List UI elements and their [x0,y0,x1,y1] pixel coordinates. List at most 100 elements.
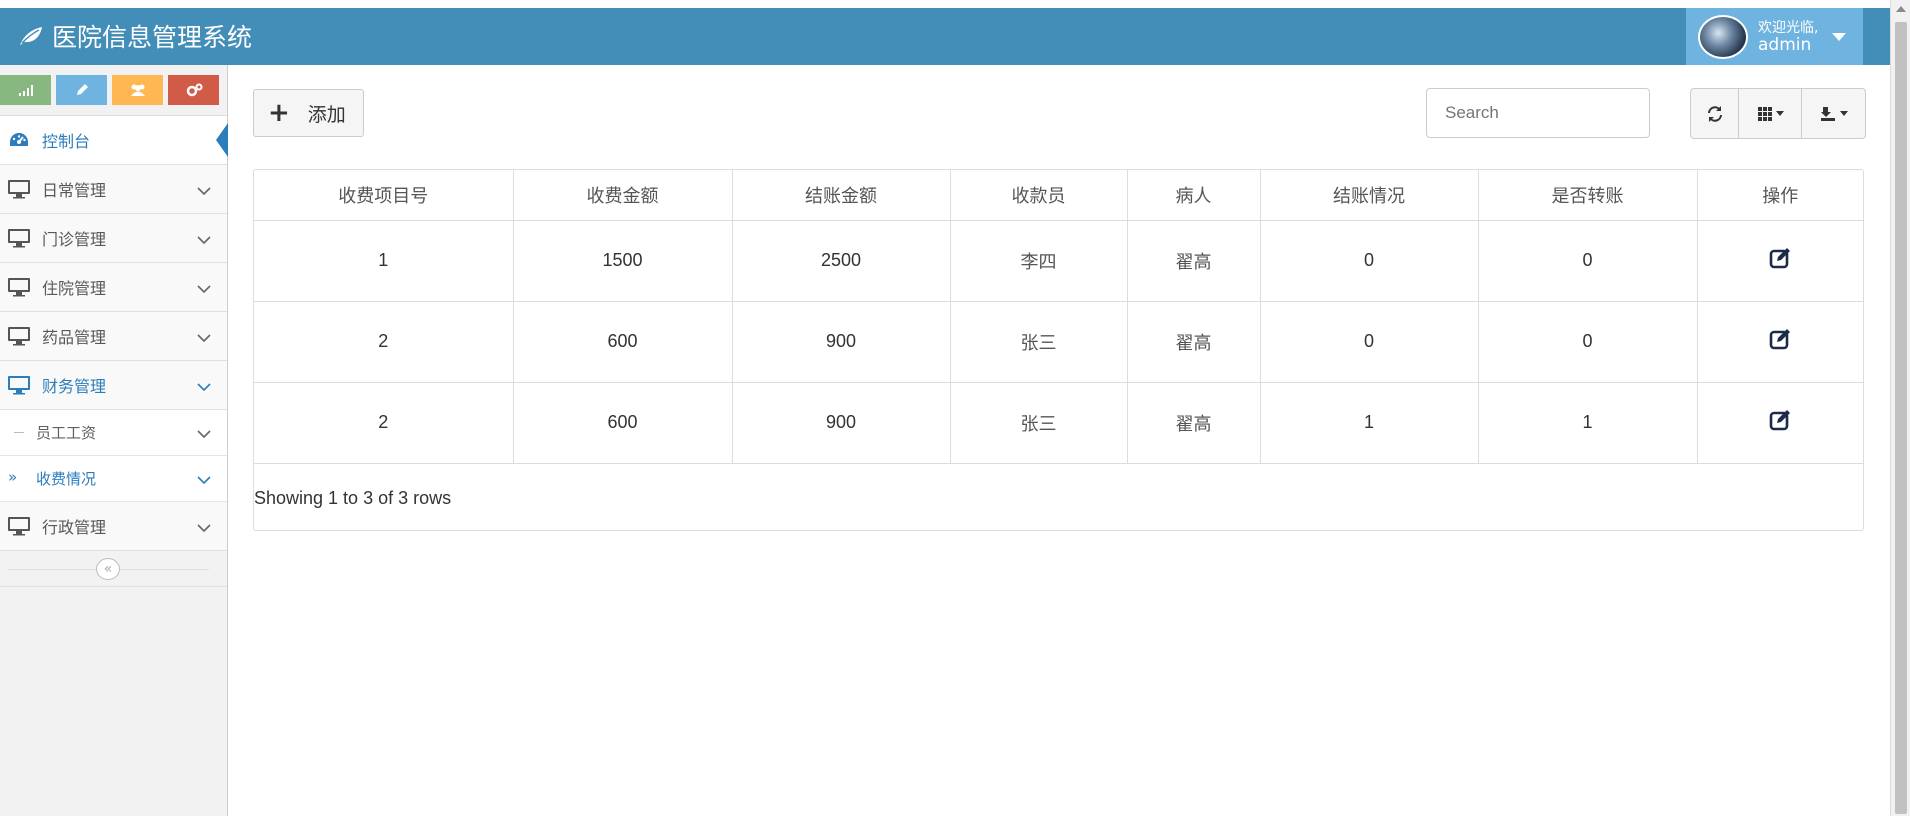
sidebar-item-label: 控制台 [42,132,91,151]
caret-down-icon [1832,32,1847,41]
pencil-icon[interactable] [56,75,107,105]
sidebar-item-label: 行政管理 [42,518,107,537]
user-menu[interactable]: 欢迎光临, admin [1686,8,1863,65]
sidebar-item-label: 财务管理 [42,377,107,396]
scroll-thumb[interactable] [1895,22,1907,814]
sidebar-item-dashboard[interactable]: 控制台 [0,116,228,165]
leaf-icon [20,27,42,45]
plus-icon: + [268,98,290,128]
sidebar-subitem-charges[interactable]: » 收费情况 [0,456,227,502]
desktop-icon [6,277,32,297]
welcome-text: 欢迎光临, [1758,19,1819,36]
table-cell: 900 [732,301,951,383]
desktop-icon [6,228,32,248]
sidebar-item-inpatient[interactable]: 住院管理 [0,263,227,312]
table-header-row: 收费项目号 收费金额 结账金额 收款员 病人 结账情况 是否转账 操作 [254,170,1863,221]
vertical-scrollbar[interactable] [1890,0,1910,816]
navbar: 医院信息管理系统 欢迎光临, admin [0,8,1890,65]
table-row: 1 1500 2500 李四 翟高 0 0 [254,220,1863,302]
desktop-icon [6,179,32,199]
table-cell: 0 [1260,301,1479,383]
sidebar-item-pharmacy[interactable]: 药品管理 [0,312,227,361]
main-content: + 添加 收费项目号 收费金额 结账金额 收款员 病人 结账情况 [228,65,1890,816]
sidebar-subitem-label: 收费情况 [36,470,97,488]
chevron-down-icon [197,377,211,396]
column-header[interactable]: 病人 [1127,170,1261,221]
chevron-down-icon [197,518,211,537]
refresh-icon [1707,105,1722,122]
chevron-down-icon [197,230,211,249]
table-cell: 张三 [950,382,1128,464]
column-header[interactable]: 结账情况 [1260,170,1479,221]
sidebar-subitem-salary[interactable]: 员工工资 [0,410,227,456]
column-header[interactable]: 收款员 [950,170,1128,221]
table-cell: 1500 [513,220,733,302]
double-angle-right-icon: » [8,468,18,486]
table-cell [1697,382,1863,464]
chevron-down-icon [197,328,211,347]
edit-icon[interactable] [1769,409,1791,431]
data-table-container: 收费项目号 收费金额 结账金额 收款员 病人 结账情况 是否转账 操作 1 15… [253,169,1864,531]
edit-icon[interactable] [1769,247,1791,269]
caret-down-icon [1840,111,1848,116]
signal-icon[interactable] [0,75,51,105]
table-cell: 2 [254,301,514,383]
sidebar-shortcuts [0,65,227,116]
column-header[interactable]: 收费项目号 [254,170,514,221]
table-cell: 1 [1260,382,1479,464]
add-button[interactable]: + 添加 [253,89,364,137]
scroll-up-icon[interactable] [1896,6,1906,12]
table-cell: 张三 [950,301,1128,383]
desktop-icon [6,375,32,395]
table-cell: 0 [1478,220,1698,302]
sidebar-collapse-row: « [0,551,227,587]
caret-down-icon [1775,111,1784,116]
columns-button[interactable] [1739,89,1802,138]
app-title: 医院信息管理系统 [52,23,253,52]
edit-icon[interactable] [1769,328,1791,350]
table-row: 2 600 900 张三 翟高 1 1 [254,382,1863,464]
pagination-info: Showing 1 to 3 of 3 rows [254,488,452,508]
sidebar-item-finance[interactable]: 财务管理 [0,361,227,410]
table-cell: 翟高 [1127,301,1261,383]
desktop-icon [6,326,32,346]
table-toolbar [1690,88,1866,139]
cogs-icon[interactable] [168,75,219,105]
table-cell [1697,301,1863,383]
chevron-down-icon [197,181,211,200]
desktop-icon [6,516,32,536]
export-icon [1821,106,1835,121]
search-input[interactable] [1426,88,1650,138]
refresh-button[interactable] [1691,89,1739,138]
column-header[interactable]: 结账金额 [732,170,951,221]
table-cell: 李四 [950,220,1128,302]
table-cell: 翟高 [1127,382,1261,464]
collapse-sidebar-icon[interactable]: « [96,558,120,580]
table-row: 2 600 900 张三 翟高 0 0 [254,301,1863,383]
avatar [1698,14,1748,59]
export-button[interactable] [1802,89,1865,138]
sidebar-item-admin[interactable]: 行政管理 [0,502,227,551]
table-cell: 900 [732,382,951,464]
column-header[interactable]: 是否转账 [1478,170,1698,221]
chevron-down-icon [197,471,211,489]
top-strip [0,0,1890,8]
table-cell: 2500 [732,220,951,302]
sidebar-item-label: 门诊管理 [42,230,107,249]
column-header: 操作 [1697,170,1863,221]
table-cell: 1 [1478,382,1698,464]
sidebar-item-daily[interactable]: 日常管理 [0,165,227,214]
dashboard-icon [6,131,32,149]
charges-table: 收费项目号 收费金额 结账金额 收款员 病人 结账情况 是否转账 操作 1 15… [254,170,1863,464]
chevron-down-icon [197,425,211,443]
table-cell: 翟高 [1127,220,1261,302]
users-icon[interactable] [112,75,163,105]
table-cell: 600 [513,382,733,464]
sidebar-item-outpatient[interactable]: 门诊管理 [0,214,227,263]
sidebar-item-label: 日常管理 [42,181,107,200]
column-header[interactable]: 收费金额 [513,170,733,221]
sidebar: 控制台 日常管理 门诊管理 住院管理 药品管理 财务管理 员工工资 » 收费情况 [0,65,228,816]
brand[interactable]: 医院信息管理系统 [18,18,252,54]
table-cell: 0 [1478,301,1698,383]
tree-dash [14,432,24,433]
